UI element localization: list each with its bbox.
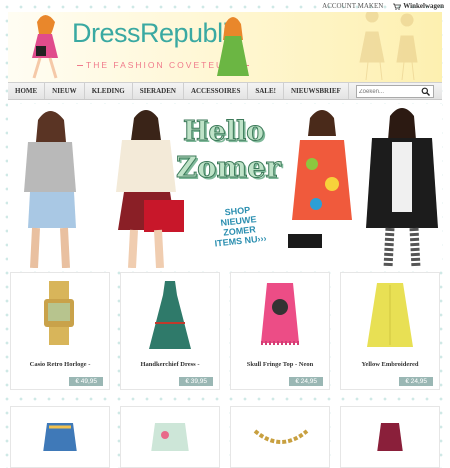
product-title: Casio Retro Horloge - <box>29 361 91 368</box>
model-photo-1 <box>24 111 76 268</box>
fashion-girl-illustration-2 <box>217 17 249 76</box>
nav-nieuwsbrief[interactable]: NIEUWSBRIEF <box>284 83 349 99</box>
product-title: Yellow Embroidered <box>361 361 419 368</box>
nav-sale[interactable]: SALE! <box>248 83 284 99</box>
search-input[interactable] <box>357 87 421 96</box>
product-title: Handkerchief Dress - <box>140 361 200 368</box>
model-photo-2 <box>116 110 184 268</box>
hero-heading-hello: Hello <box>182 116 265 148</box>
hero-banner[interactable]: Hello Zomer SHOP NIEUWE ZOMER ITEMS NU››… <box>8 104 442 268</box>
cart-icon <box>393 3 402 10</box>
cart-link[interactable]: Winkelwagen <box>393 2 444 10</box>
necklace-image <box>253 429 309 444</box>
product-card[interactable]: Yellow Embroidered € 24,95 <box>340 272 440 390</box>
product-card[interactable] <box>230 406 330 468</box>
product-card[interactable]: Skull Fringe Top - Neon € 24,95 <box>230 272 330 390</box>
product-price: € 49,95 <box>69 377 103 386</box>
product-card[interactable]: Casio Retro Horloge - € 49,95 <box>10 272 110 390</box>
product-card[interactable] <box>10 406 110 468</box>
search-icon[interactable] <box>421 87 430 96</box>
account-link[interactable]: ACCOUNT MAKEN <box>322 2 383 10</box>
hero-shop-cta[interactable]: SHOP NIEUWE ZOMER ITEMS NU››› <box>206 203 272 249</box>
nav-nieuw[interactable]: NIEUW <box>45 83 85 99</box>
header-banner: DressRepublic THE FASHION COVETEURS <box>8 12 442 82</box>
tank-top-image <box>43 423 77 453</box>
search-box <box>356 85 434 98</box>
product-price: € 39,95 <box>179 377 213 386</box>
product-price: € 24,95 <box>289 377 323 386</box>
dress-image-2 <box>377 423 403 453</box>
top-bar: ACCOUNT MAKEN Winkelwagen <box>322 0 444 12</box>
nav-kleding[interactable]: KLEDING <box>85 83 133 99</box>
dress-image <box>149 281 191 349</box>
watch-image <box>44 281 74 345</box>
crop-top-image <box>151 423 189 453</box>
blouse-image <box>367 283 413 347</box>
main-navigation: HOME NIEUW KLEDING SIERADEN ACCESSOIRES … <box>8 82 442 100</box>
nav-accessoires[interactable]: ACCESSOIRES <box>184 83 249 99</box>
fashion-girl-illustration <box>32 15 58 79</box>
cart-label: Winkelwagen <box>403 2 444 10</box>
product-card[interactable] <box>120 406 220 468</box>
product-price: € 24,95 <box>399 377 433 386</box>
nav-home[interactable]: HOME <box>8 83 46 99</box>
product-card[interactable]: Handkerchief Dress - € 39,95 <box>120 272 220 390</box>
hero-heading-zomer: Zomer <box>176 150 282 185</box>
top-image <box>261 283 299 345</box>
product-title: Skull Fringe Top - Neon <box>246 361 314 368</box>
silhouette-decoration <box>359 12 418 81</box>
nav-sieraden[interactable]: SIERADEN <box>133 83 184 99</box>
model-photo-4 <box>366 108 438 268</box>
model-photo-3 <box>288 110 352 248</box>
product-card[interactable] <box>340 406 440 468</box>
